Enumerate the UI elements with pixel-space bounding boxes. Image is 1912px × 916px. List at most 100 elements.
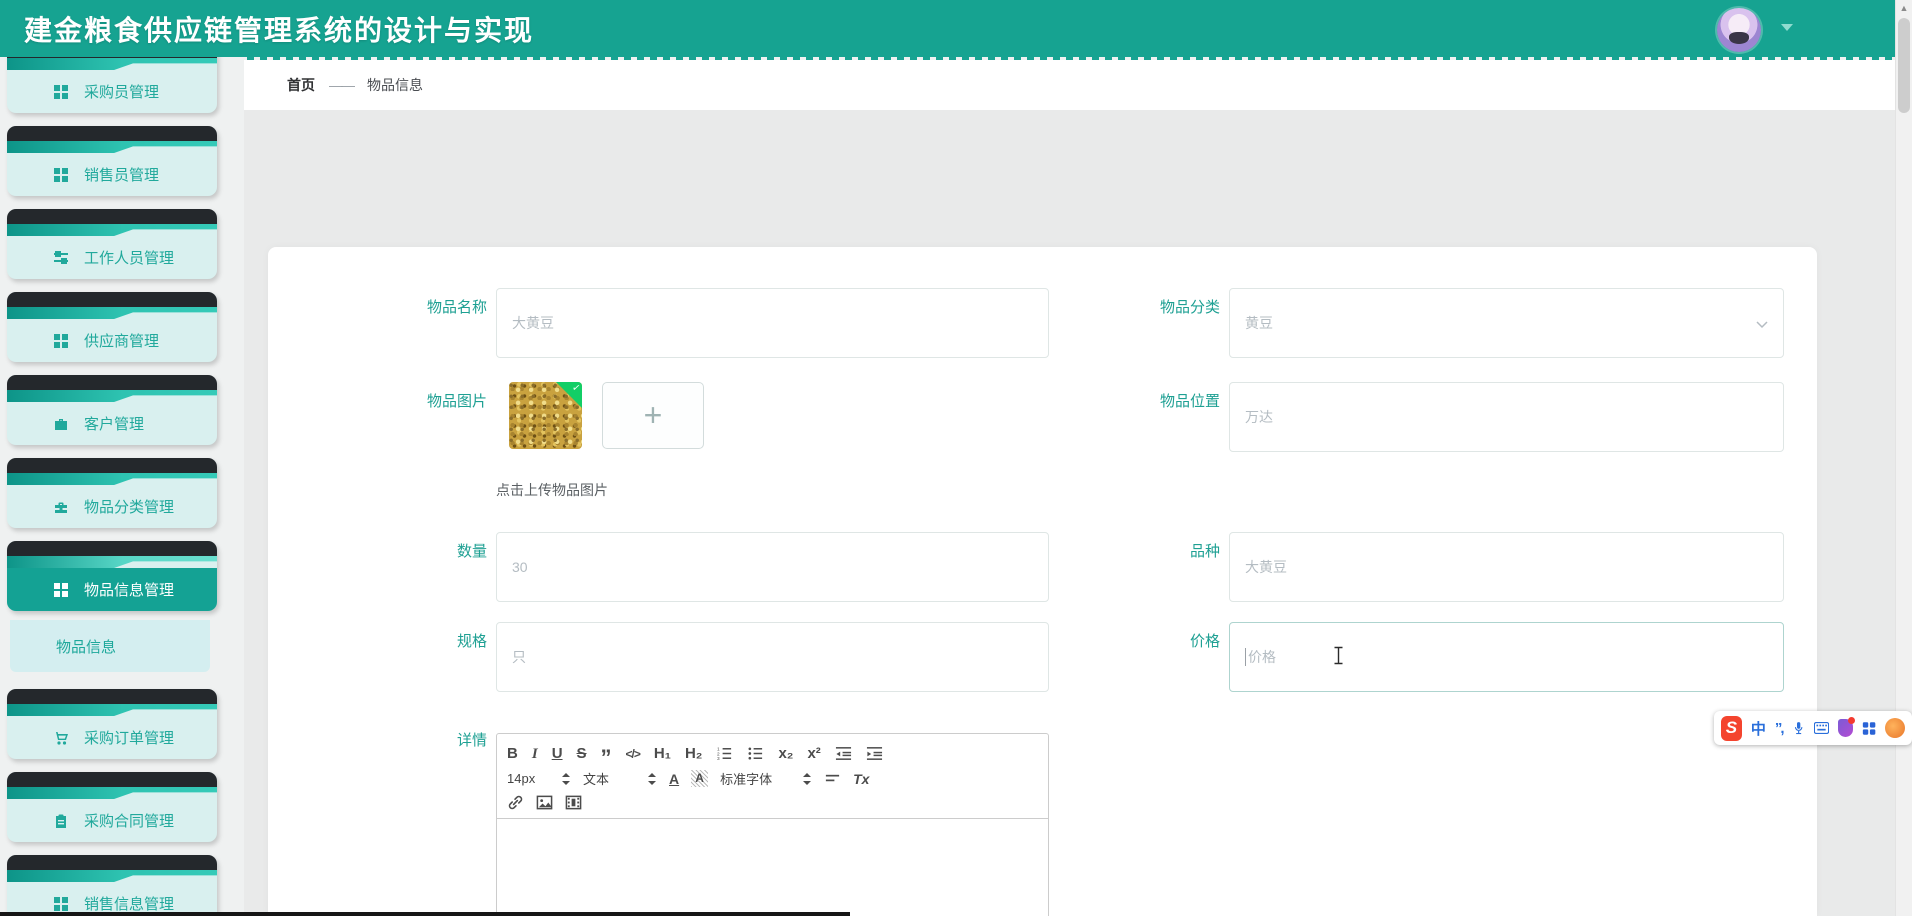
item-category-value: 黄豆 <box>1245 315 1273 331</box>
indent-button[interactable] <box>866 745 883 762</box>
microphone-icon[interactable] <box>1792 720 1805 736</box>
bold-button[interactable]: B <box>507 744 518 764</box>
sidebar-item-sales-info-management[interactable]: 销售信息管理 <box>7 855 217 916</box>
scrollbar-up-arrow-icon[interactable]: ▲ <box>1899 3 1909 13</box>
breadcrumb-current: 物品信息 <box>367 77 423 93</box>
breadcrumb-separator: —— <box>329 77 355 93</box>
screen-edge-strip <box>0 912 850 916</box>
clipboard-icon <box>56 814 66 828</box>
ime-toolbox-icon[interactable] <box>1862 720 1876 737</box>
sidebar-item-category-management[interactable]: 物品分类管理 <box>7 458 217 528</box>
sidebar-item-item-info-management[interactable]: 物品信息管理 <box>7 541 217 611</box>
upload-image-button[interactable]: + <box>602 382 704 449</box>
sidebar-item-customer-management[interactable]: 客户管理 <box>7 375 217 445</box>
page-scrollbar[interactable]: ▲ <box>1895 0 1912 916</box>
sogou-logo-icon[interactable]: S <box>1721 715 1742 741</box>
ime-chinese-mode-toggle[interactable]: 中 <box>1751 718 1766 739</box>
sidebar-item-label: 客户管理 <box>84 416 145 433</box>
subscript-button[interactable]: x₂ <box>778 744 793 764</box>
item-location-placeholder: 万达 <box>1245 409 1273 425</box>
variety-label: 品种 <box>1189 543 1220 560</box>
font-family-select[interactable]: 标准字体 <box>720 769 812 788</box>
detail-label: 详情 <box>456 732 487 749</box>
item-info-form-panel: 物品名称 大黄豆 物品分类 黄豆 物品图片 ✓ + 点击上传物品图片 物品位置 … <box>268 247 1817 916</box>
grid-icon <box>54 333 68 348</box>
bullet-list-button[interactable] <box>747 745 764 762</box>
strikethrough-button[interactable]: S <box>577 744 587 764</box>
heading1-button[interactable]: H₁ <box>654 744 671 764</box>
outdent-button[interactable] <box>835 745 852 762</box>
variety-input[interactable]: 大黄豆 <box>1229 532 1784 602</box>
image-button[interactable] <box>536 794 553 811</box>
sidebar-item-label: 供应商管理 <box>84 333 160 350</box>
ime-skin-icon[interactable] <box>1837 717 1855 737</box>
sidebar-item-label: 销售信息管理 <box>84 896 175 913</box>
font-size-value: 14px <box>507 771 536 786</box>
sidebar-item-buyer-management[interactable]: 采购员管理 <box>7 57 217 113</box>
spec-input[interactable]: 只 <box>496 622 1049 692</box>
blockquote-button[interactable]: ” <box>601 745 612 768</box>
toolbox-icon <box>54 502 68 513</box>
ordered-list-button[interactable]: 123 <box>716 745 733 762</box>
sidebar-item-purchase-contract-management[interactable]: 采购合同管理 <box>7 772 217 842</box>
grid-icon <box>54 167 68 182</box>
grid-icon <box>54 896 68 911</box>
breadcrumb-home-link[interactable]: 首页 <box>287 75 315 95</box>
card-stripe <box>7 58 217 70</box>
variety-placeholder: 大黄豆 <box>1245 559 1287 575</box>
spinner-arrows-icon <box>562 772 570 785</box>
price-input[interactable]: 价格 <box>1229 622 1784 692</box>
ime-punctuation-toggle[interactable]: ”, <box>1775 720 1785 737</box>
underline-button[interactable]: U <box>552 744 563 764</box>
upload-hint-text: 点击上传物品图片 <box>496 482 608 498</box>
briefcase-icon <box>55 418 67 430</box>
background-color-button[interactable]: A <box>691 770 709 787</box>
ime-emoji-icon[interactable] <box>1885 718 1905 738</box>
link-button[interactable] <box>507 794 524 811</box>
sidebar-item-label: 物品信息管理 <box>84 582 175 599</box>
breadcrumb: 首页 —— 物品信息 <box>244 60 1895 110</box>
user-menu-caret-icon[interactable] <box>1781 24 1793 31</box>
item-location-input[interactable]: 万达 <box>1229 382 1784 452</box>
item-image-label: 物品图片 <box>426 393 487 410</box>
user-avatar[interactable] <box>1717 8 1761 52</box>
keyboard-icon[interactable] <box>1813 721 1829 735</box>
video-button[interactable] <box>565 794 582 811</box>
editor-toolbar: B I U S ” </> H₁ H₂ 123 x₂ x² 14px 文本 A … <box>496 733 1049 819</box>
sidebar-item-label: 物品分类管理 <box>84 499 175 516</box>
quantity-input[interactable]: 30 <box>496 532 1049 602</box>
sidebar-item-label: 采购合同管理 <box>84 813 175 830</box>
sliders-icon <box>54 250 68 264</box>
header-format-select[interactable]: 文本 <box>583 769 657 788</box>
quantity-label: 数量 <box>456 543 487 560</box>
sidebar-item-staff-management[interactable]: 工作人员管理 <box>7 209 217 279</box>
italic-button[interactable]: I <box>532 744 538 764</box>
font-family-value: 标准字体 <box>720 772 773 787</box>
sidebar-item-supplier-management[interactable]: 供应商管理 <box>7 292 217 362</box>
price-label: 价格 <box>1189 633 1220 650</box>
spec-label: 规格 <box>456 633 487 650</box>
heading2-button[interactable]: H₂ <box>685 744 703 764</box>
sidebar-subitem-item-info[interactable]: 物品信息 <box>10 620 210 672</box>
sidebar-item-seller-management[interactable]: 销售员管理 <box>7 126 217 196</box>
code-block-button[interactable]: </> <box>626 744 641 764</box>
editor-content-area[interactable] <box>496 819 1049 916</box>
clear-format-button[interactable]: Tx <box>853 771 869 787</box>
sogou-ime-bar[interactable]: S 中 ”, <box>1714 711 1912 745</box>
font-size-select[interactable]: 14px <box>507 771 571 786</box>
scrollbar-thumb[interactable] <box>1898 18 1910 113</box>
svg-text:3: 3 <box>717 756 720 762</box>
spinner-arrows-icon <box>803 772 812 785</box>
item-image-thumbnail[interactable]: ✓ <box>509 382 582 449</box>
sidebar-item-purchase-order-management[interactable]: 采购订单管理 <box>7 689 217 759</box>
grid-icon <box>54 582 68 597</box>
item-name-input[interactable]: 大黄豆 <box>496 288 1049 358</box>
price-placeholder: 价格 <box>1248 649 1276 665</box>
text-color-button[interactable]: A <box>669 771 679 787</box>
align-button[interactable] <box>824 770 841 787</box>
superscript-button[interactable]: x² <box>807 744 820 764</box>
header-format-value: 文本 <box>583 772 610 787</box>
spec-placeholder: 只 <box>512 649 526 665</box>
item-category-select[interactable]: 黄豆 <box>1229 288 1784 358</box>
spinner-arrows-icon <box>648 772 656 785</box>
